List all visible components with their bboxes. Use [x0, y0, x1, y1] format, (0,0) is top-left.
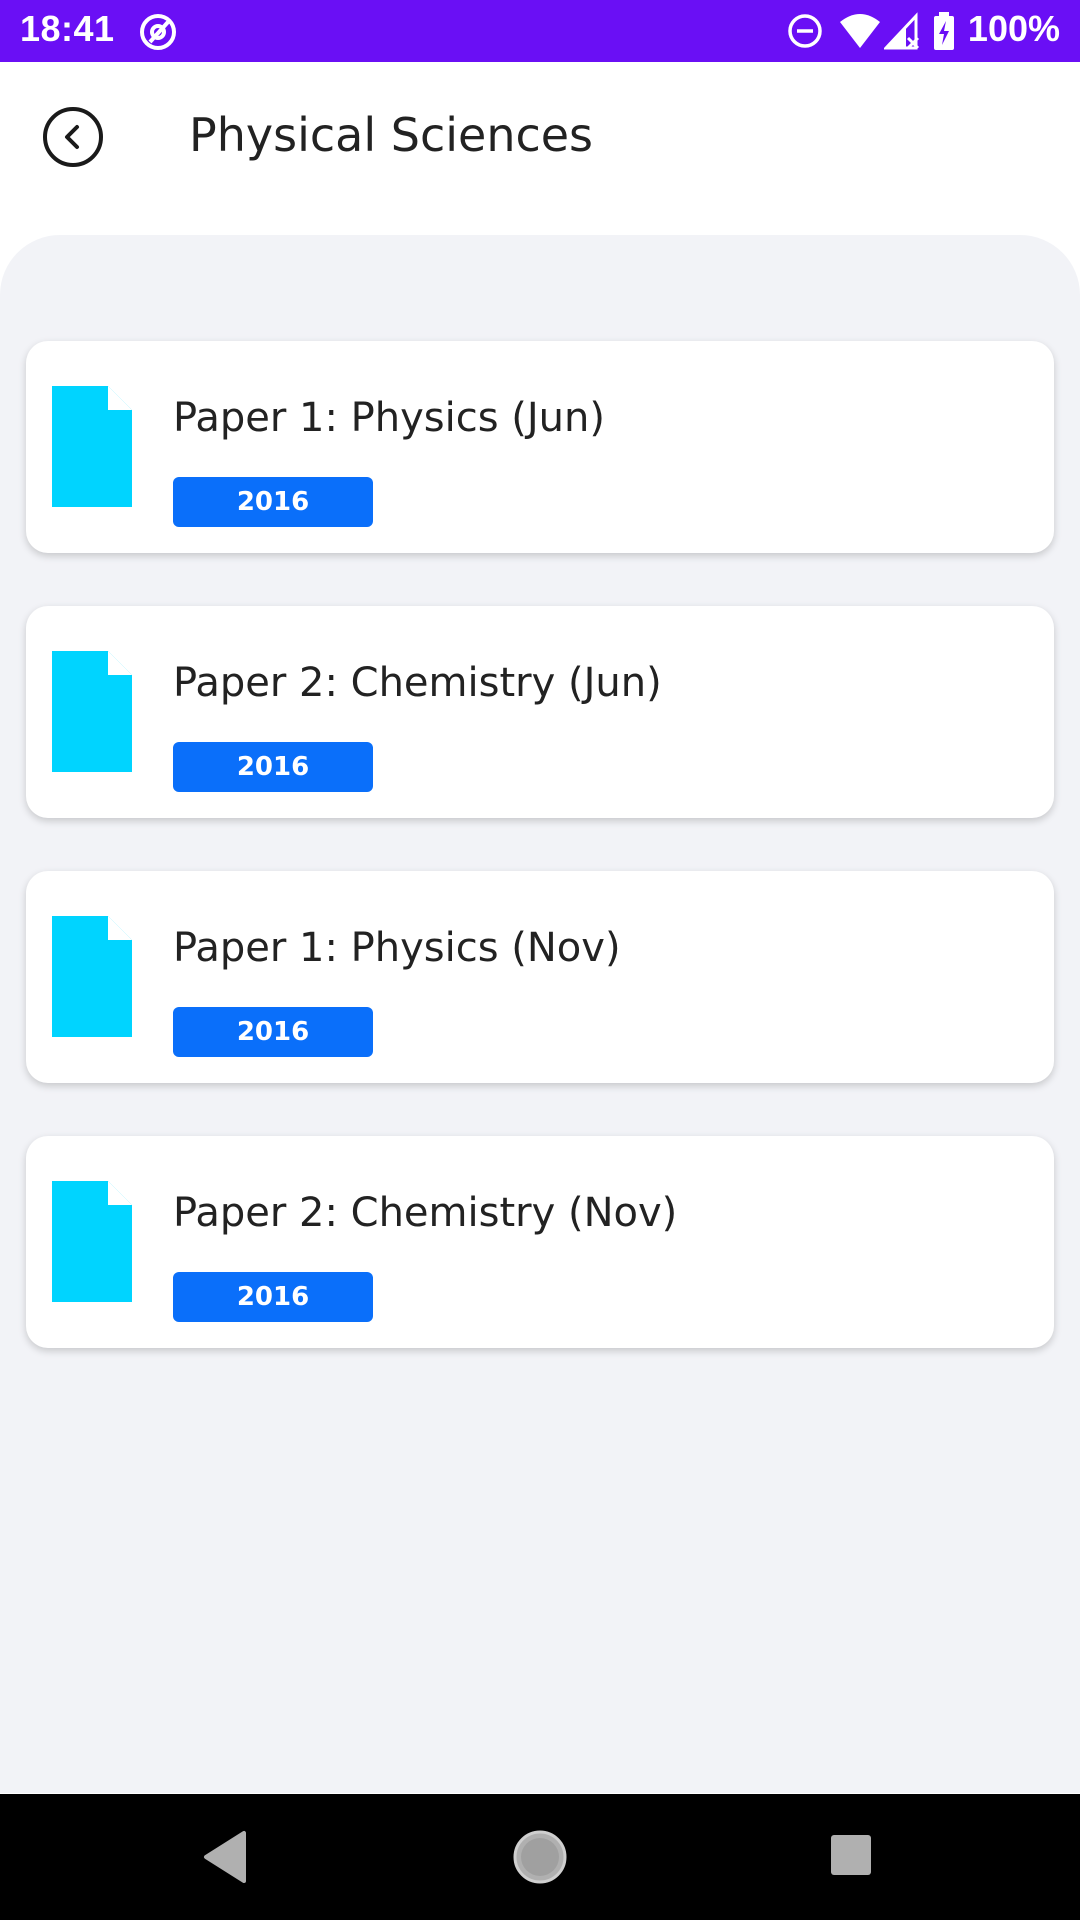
paper-title: Paper 1: Physics (Nov) [173, 925, 621, 971]
paper-card[interactable]: Paper 1: Physics (Nov) 2016 [26, 871, 1054, 1083]
year-badge: 2016 [173, 477, 373, 527]
year-badge: 2016 [173, 1272, 373, 1322]
year-badge: 2016 [173, 1007, 373, 1057]
battery-icon [932, 12, 956, 56]
battery-percentage: 100% [967, 8, 1060, 49]
signal-icon [882, 12, 920, 54]
back-button[interactable] [42, 106, 104, 168]
paper-card[interactable]: Paper 2: Chemistry (Nov) 2016 [26, 1136, 1054, 1348]
do-not-disturb-icon [786, 12, 824, 54]
status-bar: 18:41 100% [0, 0, 1080, 62]
paper-list: Paper 1: Physics (Jun) 2016 Paper 2: Che… [0, 235, 1080, 1793]
document-icon [52, 651, 132, 772]
chevron-left-icon [43, 107, 103, 167]
wifi-icon [838, 12, 882, 54]
paper-title: Paper 2: Chemistry (Jun) [173, 660, 662, 706]
page-title: Physical Sciences [189, 108, 594, 162]
document-icon [52, 1181, 132, 1302]
document-icon [52, 386, 132, 507]
header: Physical Sciences [0, 62, 1080, 232]
year-badge: 2016 [173, 742, 373, 792]
navigation-bar [0, 1794, 1080, 1920]
status-time: 18:41 [20, 8, 115, 49]
back-triangle-icon[interactable] [200, 1827, 250, 1891]
paper-title: Paper 1: Physics (Jun) [173, 395, 605, 441]
paper-title: Paper 2: Chemistry (Nov) [173, 1190, 678, 1236]
paper-card[interactable]: Paper 2: Chemistry (Jun) 2016 [26, 606, 1054, 818]
document-icon [52, 916, 132, 1037]
home-circle-icon[interactable] [510, 1827, 570, 1891]
recents-square-icon[interactable] [828, 1832, 874, 1882]
paper-card[interactable]: Paper 1: Physics (Jun) 2016 [26, 341, 1054, 553]
at-sign-icon [138, 12, 178, 56]
